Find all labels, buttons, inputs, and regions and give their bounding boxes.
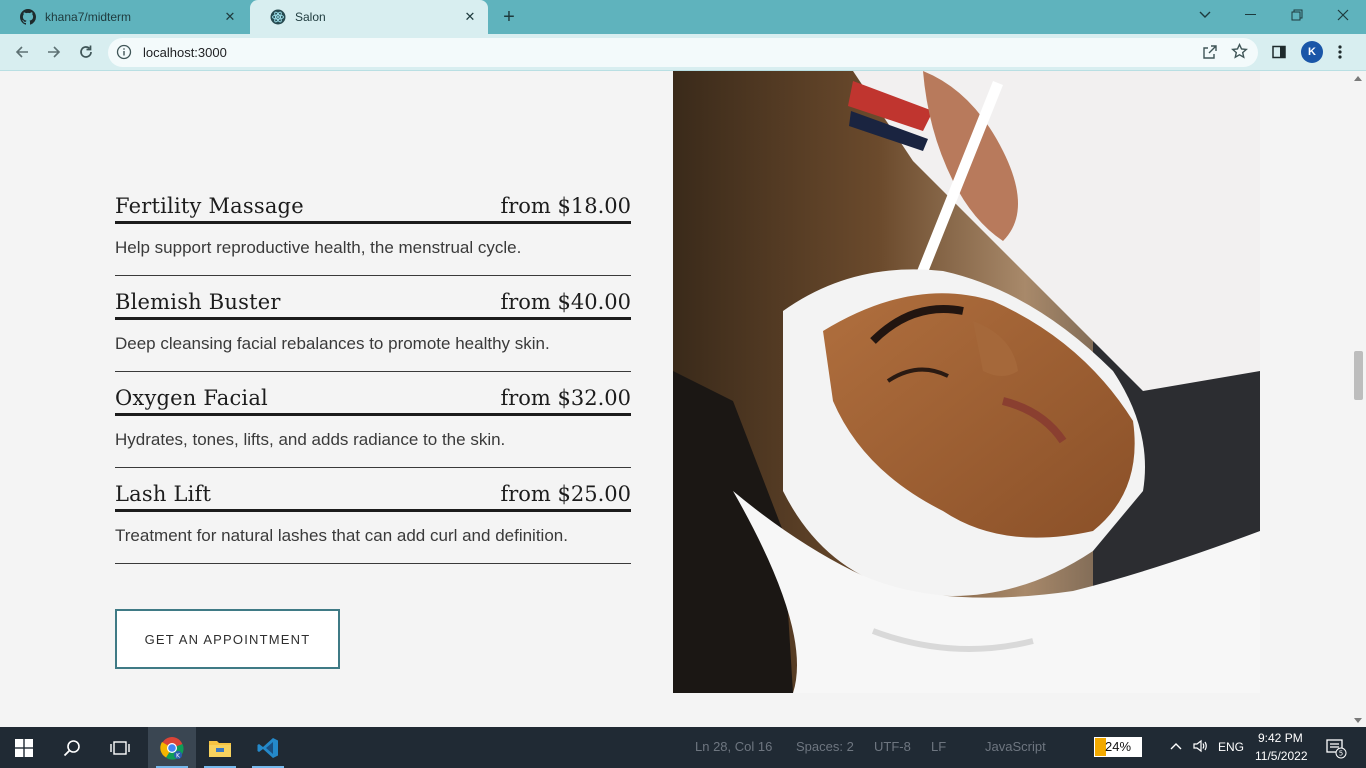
file-explorer-icon[interactable] xyxy=(196,727,244,768)
volume-icon[interactable] xyxy=(1192,738,1208,757)
service-price: from $32.00 xyxy=(500,386,631,410)
task-view-icon[interactable] xyxy=(96,727,144,768)
react-icon xyxy=(270,9,286,25)
service-name: Fertility Massage xyxy=(115,194,304,218)
scroll-up-arrow-icon[interactable] xyxy=(1354,76,1362,81)
reload-button[interactable] xyxy=(73,40,99,64)
browser-tab-strip: khana7/midterm ✕ Salon ✕ + xyxy=(0,0,1366,34)
service-header: Lash Lift from $25.00 xyxy=(115,482,631,512)
service-header: Fertility Massage from $18.00 xyxy=(115,194,631,224)
side-panel-icon[interactable] xyxy=(1266,40,1292,64)
service-name: Blemish Buster xyxy=(115,290,281,314)
site-info-icon[interactable] xyxy=(116,44,132,60)
close-tab-icon[interactable]: ✕ xyxy=(462,9,478,25)
facial-treatment-photo xyxy=(673,71,1260,693)
share-icon[interactable] xyxy=(1202,44,1218,65)
search-icon[interactable] xyxy=(48,727,96,768)
windows-taskbar: K Ln 28, Col 16 Spaces: 2 UTF-8 LF JavaS… xyxy=(0,727,1366,768)
vscode-icon[interactable] xyxy=(244,727,292,768)
battery-indicator[interactable]: 24% xyxy=(1094,737,1142,757)
show-hidden-icons-icon[interactable] xyxy=(1170,739,1182,753)
profile-avatar[interactable]: K xyxy=(1301,41,1323,63)
service-item: Oxygen Facial from $32.00 Hydrates, tone… xyxy=(115,386,631,468)
windows-start-icon[interactable] xyxy=(0,727,48,768)
notification-count: 5 xyxy=(1339,749,1343,757)
github-icon xyxy=(20,9,36,25)
forward-button[interactable] xyxy=(41,40,67,64)
minimize-button[interactable] xyxy=(1228,0,1274,30)
service-item: Lash Lift from $25.00 Treatment for natu… xyxy=(115,482,631,564)
service-name: Oxygen Facial xyxy=(115,386,268,410)
clock-date[interactable]: 11/5/2022 xyxy=(1255,749,1308,763)
page-scrollbar[interactable] xyxy=(1350,71,1366,727)
get-appointment-button[interactable]: GET AN APPOINTMENT xyxy=(115,609,340,669)
tab-salon[interactable]: Salon ✕ xyxy=(250,0,488,34)
browser-toolbar: localhost:3000 xyxy=(0,34,1366,71)
page-content: Fertility Massage from $18.00 Help suppo… xyxy=(0,71,1350,727)
vscode-language: JavaScript xyxy=(985,739,1046,754)
bookmark-star-icon[interactable] xyxy=(1231,42,1248,65)
input-language[interactable]: ENG xyxy=(1218,740,1244,754)
vscode-encoding: UTF-8 xyxy=(874,739,911,754)
chrome-menu-icon[interactable] xyxy=(1327,40,1353,64)
service-name: Lash Lift xyxy=(115,482,212,506)
service-price: from $25.00 xyxy=(500,482,631,506)
close-window-button[interactable] xyxy=(1320,0,1366,30)
back-button[interactable] xyxy=(9,40,35,64)
close-tab-icon[interactable]: ✕ xyxy=(222,9,238,25)
tab-github-midterm[interactable]: khana7/midterm ✕ xyxy=(0,0,248,34)
tab-title: Salon xyxy=(295,10,326,24)
scrollbar-thumb[interactable] xyxy=(1354,351,1363,400)
service-header: Blemish Buster from $40.00 xyxy=(115,290,631,320)
service-description: Deep cleansing facial rebalances to prom… xyxy=(115,320,631,372)
address-bar[interactable]: localhost:3000 xyxy=(108,38,1258,67)
tab-search-chevron-icon[interactable] xyxy=(1182,0,1228,30)
new-tab-button[interactable]: + xyxy=(498,7,520,29)
battery-percent: 24% xyxy=(1104,739,1132,754)
service-description: Help support reproductive health, the me… xyxy=(115,224,631,276)
service-header: Oxygen Facial from $32.00 xyxy=(115,386,631,416)
service-price: from $18.00 xyxy=(500,194,631,218)
url-text: localhost:3000 xyxy=(143,45,227,60)
service-price: from $40.00 xyxy=(500,290,631,314)
tab-title: khana7/midterm xyxy=(45,10,132,24)
chrome-icon[interactable]: K xyxy=(148,727,196,768)
scroll-down-arrow-icon[interactable] xyxy=(1354,718,1362,723)
vscode-eol: LF xyxy=(931,739,947,754)
service-description: Hydrates, tones, lifts, and adds radianc… xyxy=(115,416,631,468)
vscode-cursor-position: Ln 28, Col 16 xyxy=(695,739,773,754)
clock-time[interactable]: 9:42 PM xyxy=(1258,731,1303,745)
service-item: Fertility Massage from $18.00 Help suppo… xyxy=(115,194,631,276)
service-description: Treatment for natural lashes that can ad… xyxy=(115,512,631,564)
restore-button[interactable] xyxy=(1274,0,1320,30)
service-item: Blemish Buster from $40.00 Deep cleansin… xyxy=(115,290,631,372)
notification-center-icon[interactable]: 5 xyxy=(1318,727,1354,768)
vscode-indentation: Spaces: 2 xyxy=(796,739,854,754)
